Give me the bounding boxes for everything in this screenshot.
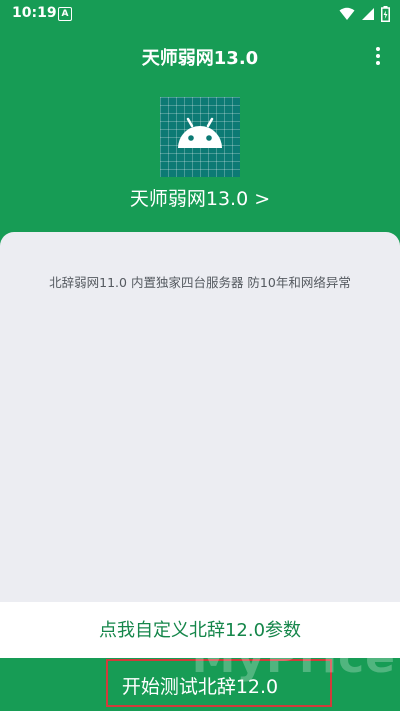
description-text: 北辞弱网11.0 内置独家四台服务器 防10年和网络异常 bbox=[49, 275, 351, 290]
app-name-link[interactable]: 天师弱网13.0 > bbox=[0, 184, 400, 211]
android-robot-icon bbox=[178, 117, 222, 148]
status-bar: 10:19 A bbox=[0, 0, 400, 28]
more-vert-icon[interactable] bbox=[370, 44, 386, 72]
status-icons bbox=[339, 4, 390, 24]
signal-icon bbox=[362, 8, 374, 20]
page-title: 天师弱网13.0 bbox=[141, 48, 259, 69]
content-card: 北辞弱网11.0 内置独家四台服务器 防10年和网络异常 bbox=[0, 232, 400, 602]
watermark: MyPrice bbox=[191, 632, 396, 683]
notification-badge: A bbox=[58, 7, 72, 21]
wifi-icon bbox=[339, 7, 355, 20]
battery-icon bbox=[381, 6, 390, 22]
status-time: 10:19 bbox=[12, 5, 57, 21]
android-app-icon bbox=[160, 97, 240, 177]
